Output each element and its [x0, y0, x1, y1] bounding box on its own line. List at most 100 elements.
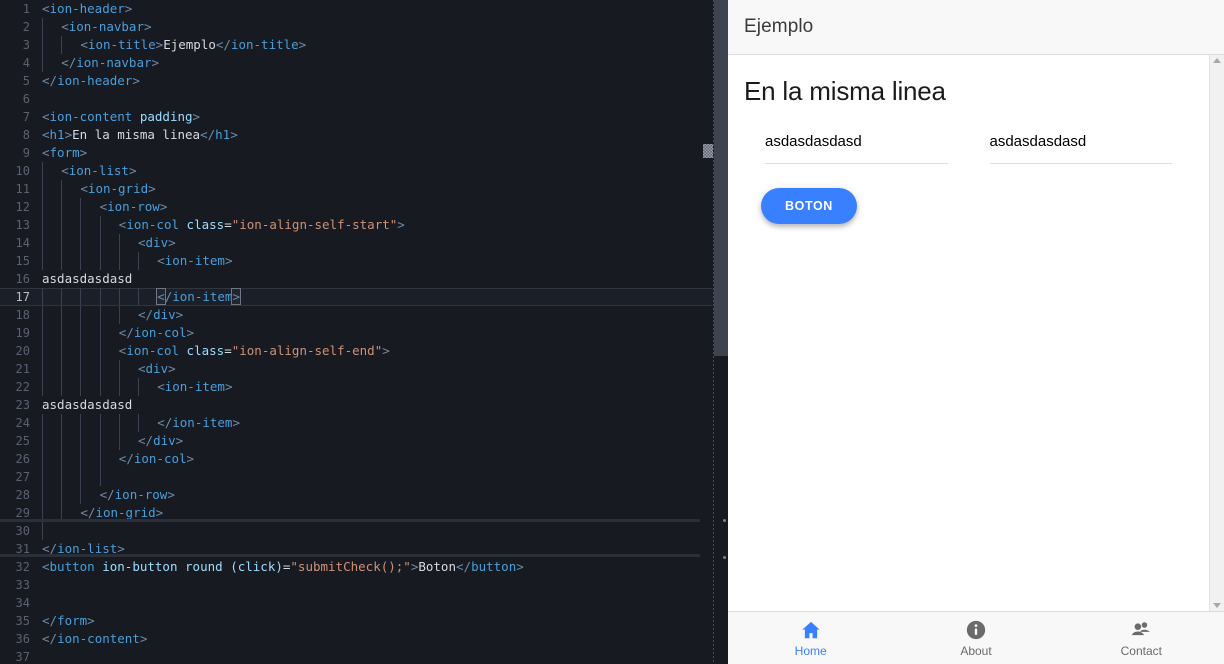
code-line[interactable]: 34 [0, 594, 728, 612]
code-line[interactable]: 20 <ion-col class="ion-align-self-end"> [0, 342, 728, 360]
code-line-text: <ion-item> [42, 378, 728, 396]
code-line[interactable]: 3 <ion-title>Ejemplo</ion-title> [0, 36, 728, 54]
code-token-attr: round [185, 559, 223, 574]
line-number: 17 [15, 290, 30, 304]
code-line[interactable]: 23 asdasdasdasd [0, 396, 728, 414]
editor-scrollbar[interactable] [714, 0, 728, 664]
line-number: 37 [15, 650, 30, 664]
code-token-punct: > [175, 307, 184, 322]
code-token-punct: </ [215, 37, 231, 52]
code-line[interactable]: 33 [0, 576, 728, 594]
code-line[interactable]: 37 [0, 648, 728, 664]
code-token-tag: button [49, 559, 95, 574]
line-number: 14 [15, 236, 30, 250]
code-line[interactable]: 28 </ion-row> [0, 486, 728, 504]
code-token-punct: > [87, 613, 95, 628]
code-token-punct: > [224, 253, 233, 268]
code-line[interactable]: 15 <ion-item> [0, 252, 728, 270]
code-token-punct: > [175, 433, 184, 448]
tab-contact-label: Contact [1120, 643, 1162, 658]
boton-button[interactable]: BOTON [761, 188, 857, 224]
code-line[interactable]: 32 <button ion-button round (click)="subm… [0, 558, 728, 576]
code-line[interactable]: 9 <form> [0, 144, 728, 162]
code-line[interactable]: 16 asdasdasdasd [0, 270, 728, 288]
code-line-text: </ion-header> [42, 72, 728, 90]
code-line[interactable]: 10 <ion-list> [0, 162, 728, 180]
code-token-punct: > [159, 199, 168, 214]
code-line-text: </ion-col> [42, 450, 728, 468]
code-token-tag: ion-item [164, 379, 225, 394]
code-line[interactable]: 12 <ion-row> [0, 198, 728, 216]
code-token-str: "submitCheck();" [290, 559, 411, 574]
scroll-up-arrow-icon[interactable] [1213, 58, 1221, 63]
code-token-tag: div [153, 433, 176, 448]
code-area[interactable]: 1 <ion-header> 2 <ion-navbar> 3 <ion-title>Ej… [0, 0, 728, 664]
line-number: 20 [15, 344, 30, 358]
code-line[interactable]: 27 [0, 468, 728, 486]
code-token-plain: Ejemplo [163, 37, 216, 52]
code-line-text: <ion-item> [42, 252, 728, 270]
tab-about[interactable]: About [893, 612, 1058, 664]
app-toolbar: Ejemplo [728, 0, 1224, 55]
preview-scrollbar[interactable] [1209, 55, 1224, 611]
code-line-text: </ion-item> [42, 414, 728, 432]
code-line[interactable]: 24 </ion-item> [0, 414, 728, 432]
code-line[interactable]: 1 <ion-header> [0, 0, 728, 18]
code-token-punct: > [186, 451, 195, 466]
ion-row: asdasdasdasd asdasdasdasd [744, 129, 1193, 164]
code-token-tag: ion-row [114, 487, 168, 502]
list-item[interactable]: asdasdasdasd [765, 129, 948, 164]
code-line[interactable]: 4 </ion-navbar> [0, 54, 728, 72]
code-token-tag: ion-col [126, 217, 180, 232]
code-token-punct: > [148, 181, 156, 196]
code-line[interactable]: 21 <div> [0, 360, 728, 378]
editor-scrollbar-thumb[interactable] [714, 0, 728, 356]
code-line[interactable]: 6 [0, 90, 728, 108]
editor-minimap-mark [703, 144, 713, 158]
code-line[interactable]: 11 <ion-grid> [0, 180, 728, 198]
tab-home[interactable]: Home [728, 612, 893, 664]
code-token-punct: </ [456, 559, 472, 574]
code-line[interactable]: 14 <div> [0, 234, 728, 252]
line-number: 6 [22, 92, 30, 106]
code-line[interactable]: 8 <h1>En la misma linea</h1> [0, 126, 728, 144]
line-number: 7 [22, 110, 30, 124]
code-token-punct: < [42, 1, 50, 16]
code-token-punct: < [42, 559, 50, 574]
line-number: 23 [15, 398, 30, 412]
line-number: 28 [15, 488, 30, 502]
code-line[interactable]: 13 <ion-col class="ion-align-self-start"> [0, 216, 728, 234]
code-token-attr: (click) [230, 559, 283, 574]
code-line[interactable]: 35 </form> [0, 612, 728, 630]
code-editor-pane[interactable]: 1 <ion-header> 2 <ion-navbar> 3 <ion-title>Ej… [0, 0, 728, 664]
app-content[interactable]: En la misma linea asdasdasdasd asdasdasd… [728, 55, 1224, 611]
code-line[interactable]: 7 <ion-content padding> [0, 108, 728, 126]
code-line[interactable]: 19 </ion-col> [0, 324, 728, 342]
code-token-punct: > [168, 361, 176, 376]
code-line[interactable]: 25 </div> [0, 432, 728, 450]
code-token-tag: ion-navbar [76, 55, 152, 70]
scroll-down-arrow-icon[interactable] [1213, 603, 1221, 608]
code-line[interactable]: 36 </ion-content> [0, 630, 728, 648]
code-token-punct: > [124, 1, 133, 16]
code-line-text: <form> [42, 144, 728, 162]
tab-contact[interactable]: Contact [1059, 612, 1224, 664]
code-line[interactable]: 2 <ion-navbar> [0, 18, 728, 36]
list-item[interactable]: asdasdasdasd [989, 129, 1172, 164]
code-line[interactable]: 26 </ion-col> [0, 450, 728, 468]
code-line[interactable]: 30 [0, 522, 728, 540]
line-number: 5 [22, 74, 30, 88]
code-line[interactable]: 22 <ion-item> [0, 378, 728, 396]
code-line[interactable]: 17 </ion-item> [0, 288, 728, 306]
page-heading: En la misma linea [744, 76, 946, 106]
code-line[interactable]: 18 </div> [0, 306, 728, 324]
code-token-punct: > [232, 415, 240, 430]
code-token-plain: asdasdasdasd [42, 397, 133, 412]
code-token-tag: ion-grid [87, 181, 149, 196]
code-token-tag: h1 [49, 127, 65, 142]
code-line[interactable]: 5 </ion-header> [0, 72, 728, 90]
code-token-punct: </ [138, 307, 154, 322]
